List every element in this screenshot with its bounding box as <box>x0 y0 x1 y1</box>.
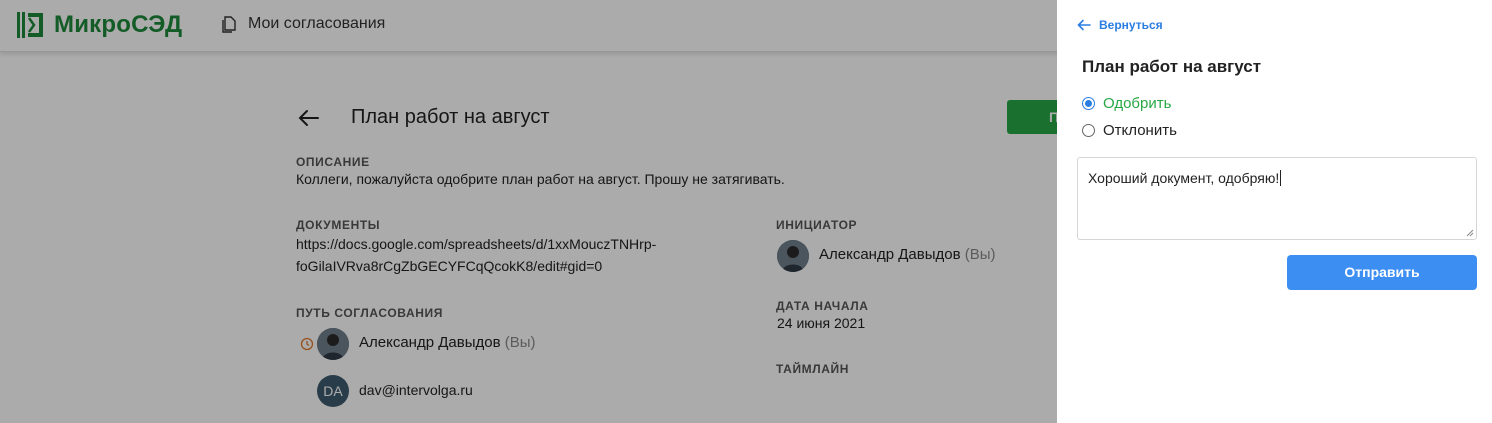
submit-button[interactable]: Отправить <box>1287 255 1477 290</box>
back-link-label: Вернуться <box>1099 18 1163 32</box>
radio-reject[interactable]: Отклонить <box>1082 122 1177 139</box>
radio-approve-label: Одобрить <box>1103 95 1172 112</box>
approval-side-panel: Вернуться План работ на август Одобрить … <box>1057 0 1492 423</box>
radio-button[interactable] <box>1082 124 1095 137</box>
radio-button-checked[interactable] <box>1082 97 1095 110</box>
text-cursor <box>1280 170 1282 186</box>
back-link[interactable]: Вернуться <box>1077 18 1163 32</box>
modal-backdrop[interactable] <box>0 0 1057 423</box>
arrow-left-icon <box>1077 19 1091 31</box>
resize-grip-icon[interactable] <box>1466 229 1474 237</box>
panel-title: План работ на август <box>1082 57 1262 76</box>
radio-approve[interactable]: Одобрить <box>1082 95 1171 112</box>
radio-reject-label: Отклонить <box>1103 122 1177 139</box>
comment-textarea[interactable]: Хороший документ, одобряю! <box>1077 157 1477 240</box>
comment-text: Хороший документ, одобряю! <box>1088 170 1280 186</box>
